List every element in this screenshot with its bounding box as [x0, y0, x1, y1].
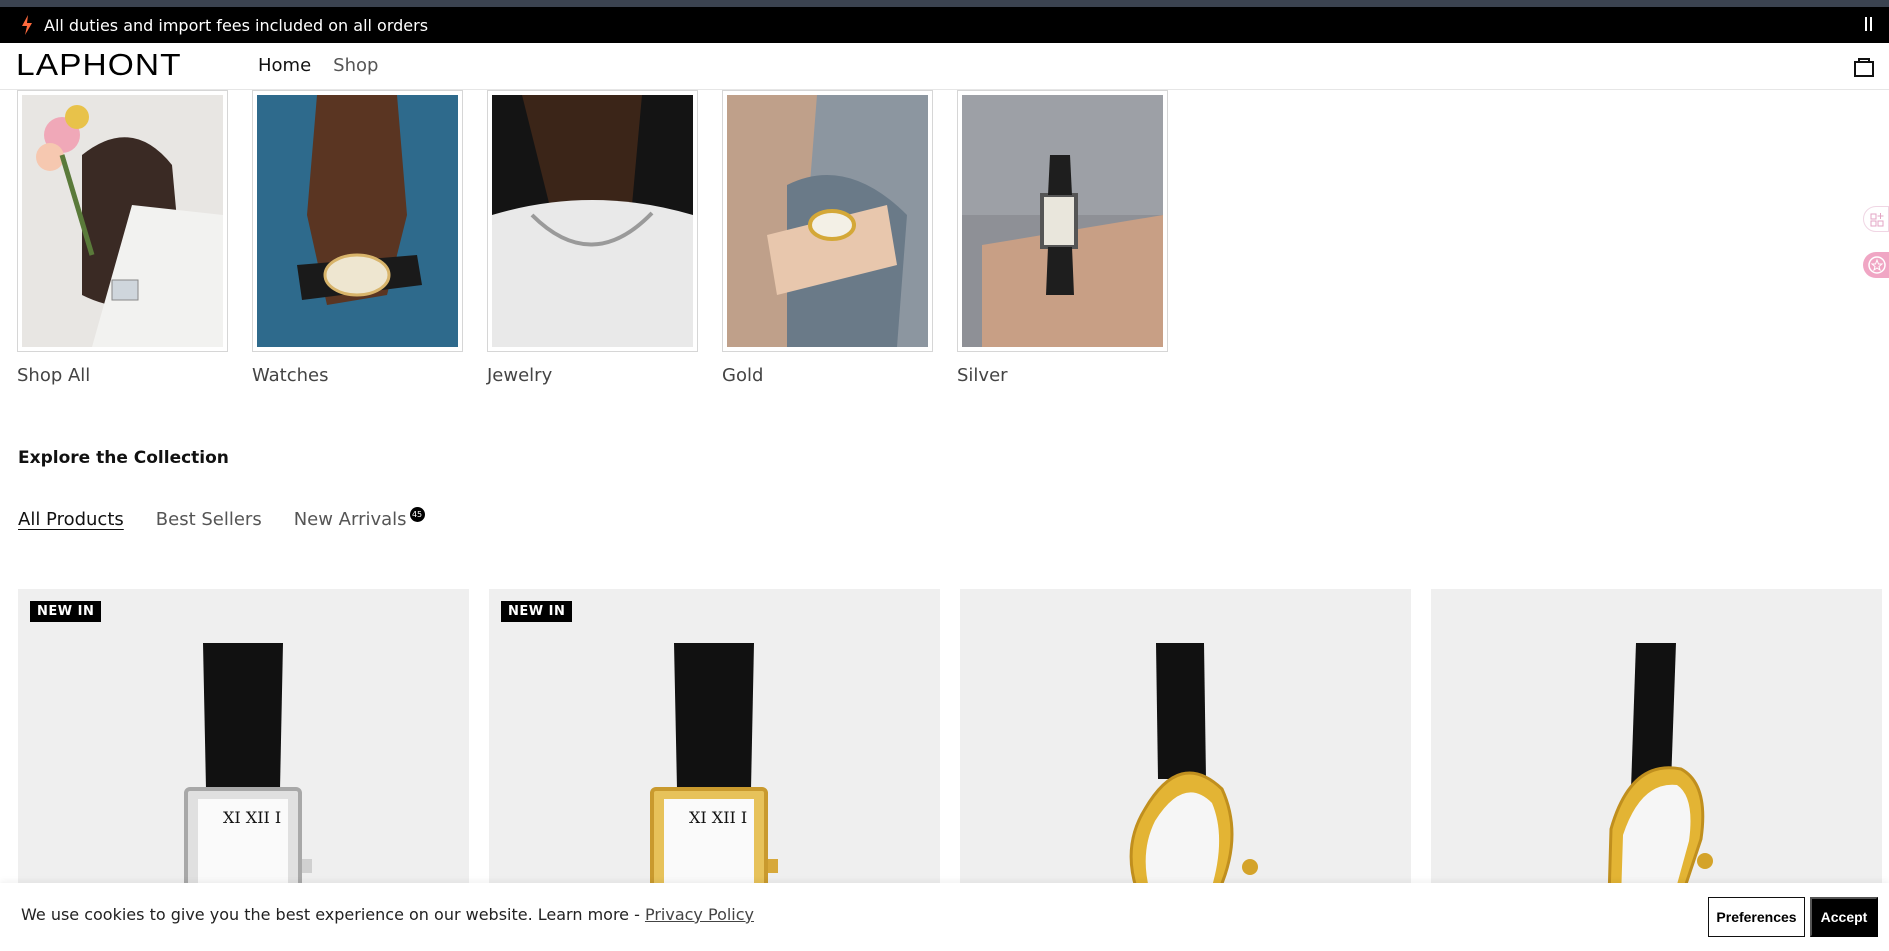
tab-label: New Arrivals: [293, 509, 407, 530]
privacy-policy-link[interactable]: Privacy Policy: [645, 905, 754, 924]
new-in-badge: NEW IN: [30, 601, 102, 622]
new-in-badge: NEW IN: [501, 601, 573, 622]
tab-best-sellers[interactable]: Best Sellers: [156, 509, 262, 530]
product-image: XI XII I: [184, 643, 312, 889]
svg-text:XI XII I: XI XII I: [689, 808, 747, 827]
preferences-button[interactable]: Preferences: [1708, 897, 1805, 937]
section-title: Explore the Collection: [18, 448, 229, 468]
category-image-frame[interactable]: [722, 90, 933, 352]
category-label[interactable]: Jewelry: [487, 365, 698, 386]
product-card[interactable]: NEW IN XI XII I: [18, 589, 469, 889]
category-card-gold[interactable]: Gold: [722, 90, 933, 386]
cookie-message: We use cookies to give you the best expe…: [21, 905, 754, 924]
cookie-text: We use cookies to give you the best expe…: [21, 905, 645, 924]
window-top-strip: [0, 0, 1889, 7]
accept-button[interactable]: Accept: [1810, 897, 1878, 937]
nav-home[interactable]: Home: [258, 55, 311, 76]
category-card-watches[interactable]: Watches: [252, 90, 463, 386]
product-card[interactable]: [960, 589, 1411, 889]
svg-text:XI XII I: XI XII I: [223, 808, 281, 827]
category-label[interactable]: Gold: [722, 365, 933, 386]
pause-icon[interactable]: [1863, 17, 1875, 33]
product-image: XI XII I: [650, 643, 778, 889]
bag-icon[interactable]: [1853, 56, 1875, 78]
product-grid: NEW IN XI XII I NEW IN XI XII I: [18, 589, 1882, 889]
category-row: Shop All Watches Jewelry Gold Silver: [17, 90, 1168, 386]
star-icon: [1868, 256, 1886, 274]
category-card-jewelry[interactable]: Jewelry: [487, 90, 698, 386]
grid-plus-icon: [1870, 213, 1884, 227]
category-image-frame[interactable]: [17, 90, 228, 352]
category-label[interactable]: Shop All: [17, 365, 228, 386]
side-widget-rewards[interactable]: [1863, 252, 1889, 278]
category-image: [257, 95, 458, 347]
tab-all-products[interactable]: All Products: [18, 509, 124, 530]
category-image: [727, 95, 928, 347]
category-label[interactable]: Watches: [252, 365, 463, 386]
lightning-icon: [22, 15, 32, 35]
product-image: [1129, 643, 1258, 889]
category-image: [962, 95, 1163, 347]
category-image: [22, 95, 223, 347]
nav-shop[interactable]: Shop: [333, 55, 378, 76]
category-image-frame[interactable]: [957, 90, 1168, 352]
category-image: [492, 95, 693, 347]
announcement-bar: All duties and import fees included on a…: [0, 7, 1889, 43]
site-header: LAPHONT Home Shop: [0, 43, 1889, 90]
tab-new-arrivals[interactable]: New Arrivals 45: [293, 507, 425, 530]
category-card-shop-all[interactable]: Shop All: [17, 90, 228, 386]
product-image: [1607, 643, 1713, 889]
category-label[interactable]: Silver: [957, 365, 1168, 386]
count-badge: 45: [409, 507, 425, 522]
product-card[interactable]: [1431, 589, 1882, 889]
main-nav: Home Shop: [258, 55, 378, 76]
category-card-silver[interactable]: Silver: [957, 90, 1168, 386]
announcement-text: All duties and import fees included on a…: [44, 15, 429, 35]
collection-tabs: All Products Best Sellers New Arrivals 4…: [18, 507, 425, 530]
cookie-banner: We use cookies to give you the best expe…: [0, 883, 1889, 951]
product-card[interactable]: NEW IN XI XII I: [489, 589, 940, 889]
logo[interactable]: LAPHONT: [16, 47, 182, 83]
category-image-frame[interactable]: [487, 90, 698, 352]
category-image-frame[interactable]: [252, 90, 463, 352]
side-widget-grid[interactable]: [1863, 206, 1889, 232]
